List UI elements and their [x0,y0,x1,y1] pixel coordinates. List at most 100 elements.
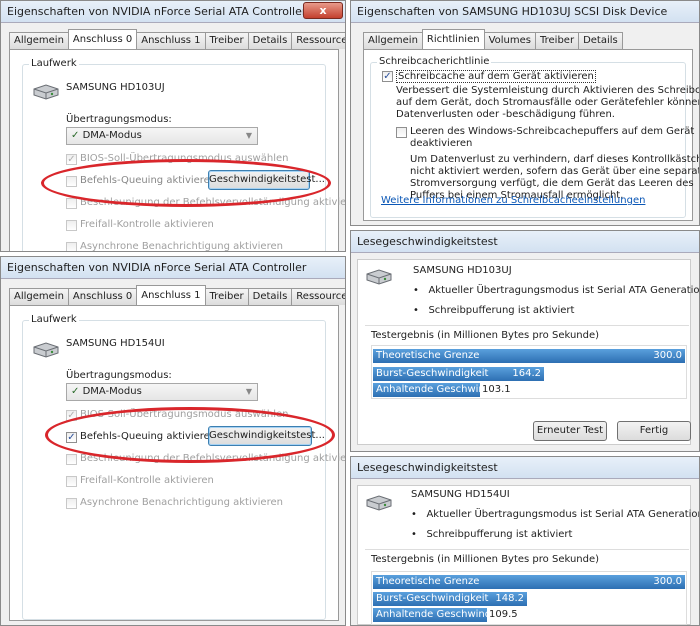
bar-label: Theoretische Grenze [376,350,480,361]
tab-ressourcen[interactable]: Ressourcen [291,288,345,305]
bar-label: Theoretische Grenze [376,576,480,587]
async-label: Asynchrone Benachrichtigung aktivieren [80,241,283,252]
transfer-mode-label: Übertragungsmodus: [66,370,172,381]
controller-properties-window-port0: Eigenschaften von NVIDIA nForce Serial A… [0,0,346,252]
write-cache-checkbox[interactable]: ✓ [382,71,393,82]
write-cache-desc-3: Datenverlusten oder -beschädigung führen… [396,109,615,120]
tab-strip: Allgemein Richtlinien Volumes Treiber De… [363,29,623,50]
freifall-label: Freifall-Kontrolle aktivieren [80,475,214,486]
bar-sustained-speed: Anhaltende Geschwindigkeit 103.1 [373,383,519,397]
buffer-flush-desc-1: Um Datenverlust zu verhindern, darf dies… [410,154,700,165]
freifall-checkbox[interactable] [66,220,77,231]
tab-volumes[interactable]: Volumes [483,32,536,49]
hard-drive-icon [33,84,59,100]
freifall-checkbox[interactable] [66,476,77,487]
transfer-mode-value: DMA-Modus [82,386,142,397]
group-title: Schreibcacherichtlinie [377,56,492,67]
bar-value: 164.2 [512,368,541,379]
bar-value: 148.2 [495,593,524,604]
info-bullet-1: • Aktueller Übertragungsmodus ist Serial… [411,509,700,520]
buffer-flush-checkbox[interactable] [396,127,407,138]
tab-allgemein[interactable]: Allgemein [363,32,423,49]
result-label: Testergebnis (in Millionen Bytes pro Sek… [371,554,600,565]
bar-label: Burst-Geschwindigkeit [376,593,489,604]
tab-richtlinien[interactable]: Richtlinien [421,29,485,49]
bar-theoretical-limit: Theoretische Grenze 300.0 [373,349,685,363]
write-cache-info-link[interactable]: Weitere Informationen zu Schreibcacheein… [381,195,645,206]
tab-anschluss-1[interactable]: Anschluss 1 [136,285,206,305]
tab-ressourcen[interactable]: Ressourcen [291,32,345,49]
info-bullet-2: • Schreibpufferung ist aktiviert [411,529,573,540]
tab-allgemein[interactable]: Allgemein [9,32,69,49]
write-buffer-info: Schreibpufferung ist aktiviert [426,529,573,540]
info-bullet-2: • Schreibpufferung ist aktiviert [413,305,575,316]
speed-test-window-hd154ui: Lesegeschwindigkeitstest SAMSUNG HD154UI… [350,456,700,626]
retest-button[interactable]: Erneuter Test [533,421,607,441]
transfer-mode-info: Aktueller Übertragungsmodus ist Serial A… [428,285,700,296]
laufwerk-group: Laufwerk [22,314,326,620]
async-checkbox[interactable] [66,498,77,509]
tab-treiber[interactable]: Treiber [204,288,249,305]
buffer-flush-desc-3: Stromversorgung verfügt, die dem Gerät d… [410,178,694,189]
tab-panel: Laufwerk SAMSUNG HD154UI Übertragungsmod… [9,305,345,621]
bar-label: Burst-Geschwindigkeit [376,368,489,379]
transfer-mode-select[interactable]: ✓ DMA-Modus ▼ [66,127,258,145]
controller-properties-window-port1: Eigenschaften von NVIDIA nForce Serial A… [0,256,346,626]
disk-properties-window: Eigenschaften von SAMSUNG HD103UJ SCSI D… [350,0,700,226]
hard-drive-icon [366,495,392,511]
write-cache-desc-1: Verbessert die Systemleistung durch Akti… [396,85,700,96]
transfer-mode-label: Übertragungsmodus: [66,114,172,125]
window-title: Lesegeschwindigkeitstest [351,231,699,253]
tab-details[interactable]: Details [247,32,293,49]
tab-strip: Allgemein Anschluss 0 Anschluss 1 Treibe… [9,29,345,50]
info-bullet-1: • Aktueller Übertragungsmodus ist Serial… [413,285,700,296]
bar-sustained-speed: Anhaltende Geschwindigkeit 109.5 [373,608,519,622]
tab-anschluss-0[interactable]: Anschluss 0 [67,29,138,49]
chevron-down-icon: ▼ [245,131,252,140]
tab-treiber[interactable]: Treiber [534,32,580,49]
window-title: Eigenschaften von NVIDIA nForce Serial A… [1,1,345,23]
bar-burst-speed: Burst-Geschwindigkeit 164.2 [373,367,544,381]
buffer-flush-desc-2: nicht aktiviert werden, sofern das Gerät… [410,166,700,177]
drive-name: SAMSUNG HD154UI [66,338,165,349]
write-cache-label: Schreibcache auf dem Gerät aktivieren [396,70,596,83]
hard-drive-icon [33,342,59,358]
group-title: Laufwerk [29,58,79,69]
drive-name: SAMSUNG HD103UJ [66,82,165,93]
hard-drive-icon [366,269,392,285]
tab-details[interactable]: Details [247,288,293,305]
transfer-mode-select[interactable]: ✓ DMA-Modus ▼ [66,383,258,401]
bar-value: 300.0 [653,350,682,361]
done-button[interactable]: Fertig [617,421,691,441]
async-label: Asynchrone Benachrichtigung aktivieren [80,497,283,508]
drive-name: SAMSUNG HD154UI [411,489,510,500]
result-label: Testergebnis (in Millionen Bytes pro Sek… [371,330,600,341]
window-title: Eigenschaften von SAMSUNG HD103UJ SCSI D… [351,1,699,23]
tab-allgemein[interactable]: Allgemein [9,288,69,305]
command-completion-checkbox[interactable] [66,454,77,465]
tab-anschluss-1[interactable]: Anschluss 1 [136,32,206,49]
speed-test-window-hd103uj: Lesegeschwindigkeitstest SAMSUNG HD103UJ… [350,230,700,452]
chevron-down-icon: ▼ [245,387,252,396]
window-title: Eigenschaften von NVIDIA nForce Serial A… [1,257,345,279]
group-title: Laufwerk [29,314,79,325]
bar-value: 300.0 [653,576,682,587]
transfer-mode-value: DMA-Modus [82,130,142,141]
tab-strip: Allgemein Anschluss 0 Anschluss 1 Treibe… [9,285,345,306]
divider [365,549,689,550]
bar-burst-speed: Burst-Geschwindigkeit 148.2 [373,592,527,606]
bar-value: 103.1 [482,384,511,395]
drive-name: SAMSUNG HD103UJ [413,265,512,276]
tab-anschluss-0[interactable]: Anschluss 0 [67,288,138,305]
divider [365,325,689,326]
tab-details[interactable]: Details [578,32,623,49]
close-button[interactable]: x [303,2,343,19]
bios-mode-checkbox[interactable]: ✓ [66,154,77,165]
write-cache-desc-2: auf dem Gerät, doch Stromausfälle oder G… [396,97,700,108]
command-completion-checkbox[interactable] [66,198,77,209]
bar-value: 109.5 [489,609,518,620]
async-checkbox[interactable] [66,242,77,251]
tab-treiber[interactable]: Treiber [204,32,249,49]
tab-panel: Laufwerk SAMSUNG HD103UJ Übertragungsmod… [9,49,345,252]
transfer-mode-info: Aktueller Übertragungsmodus ist Serial A… [426,509,700,520]
